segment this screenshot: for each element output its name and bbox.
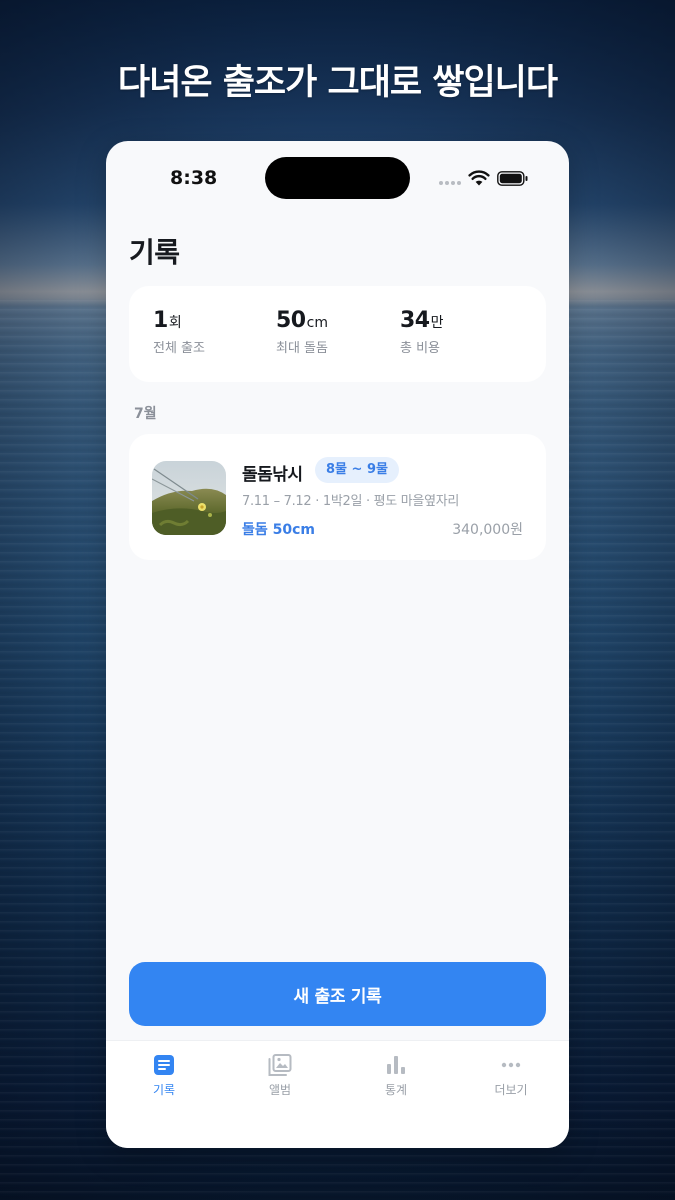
page-title: 기록 (129, 236, 180, 269)
stat-label: 최대 돌돔 (276, 341, 328, 356)
stat-value: 1 (153, 308, 168, 333)
tab-records[interactable]: 기록 (124, 1053, 204, 1098)
status-bar: 8:38 (106, 141, 569, 211)
stat-unit: cm (306, 315, 328, 331)
status-time: 8:38 (170, 167, 218, 189)
phone-screen: 8:38 기록 1회 전체 출조 50cm 최대 돌돔 34만 총 비용 7월 … (106, 141, 569, 1148)
tab-label: 통계 (384, 1083, 408, 1097)
cellular-signal-icon (439, 181, 461, 185)
stat-unit: 회 (168, 315, 182, 331)
tab-more[interactable]: 더보기 (471, 1053, 551, 1098)
tab-stats[interactable]: 통계 (356, 1053, 436, 1098)
stat-value: 50 (276, 308, 306, 333)
new-trip-button[interactable]: 새 출조 기록 (129, 962, 546, 1026)
trip-record-card[interactable]: 돌돔낚시 8물 ~ 9물 7.11 – 7.12 · 1박2일 · 평도 마을옆… (129, 434, 546, 560)
stat-value: 34 (400, 308, 430, 333)
tab-label: 앨범 (268, 1083, 292, 1097)
tab-label: 더보기 (494, 1083, 528, 1097)
promo-headline: 다녀온 출조가 그대로 쌓입니다 (117, 63, 558, 103)
battery-icon (497, 171, 528, 186)
stats-summary-card: 1회 전체 출조 50cm 최대 돌돔 34만 총 비용 (129, 286, 546, 382)
stat-label: 총 비용 (400, 341, 441, 356)
document-icon (154, 1055, 174, 1075)
tab-album[interactable]: 앨범 (240, 1053, 320, 1098)
trip-photo-thumbnail (152, 461, 226, 535)
trip-meta: 7.11 – 7.12 · 1박2일 · 평도 마을옆자리 (242, 494, 460, 509)
dynamic-island (265, 157, 410, 199)
trip-catch: 돌돔 50cm (242, 522, 316, 538)
stat-unit: 만 (430, 315, 444, 331)
stat-label: 전체 출조 (153, 341, 205, 356)
more-dots-icon (501, 1062, 521, 1068)
stat-total-cost: 34만 총 비용 (400, 308, 444, 356)
wifi-icon (468, 170, 490, 186)
bar-chart-icon (387, 1056, 405, 1074)
tab-bar: 기록 앨범 통계 더보기 (106, 1040, 569, 1148)
tide-badge: 8물 ~ 9물 (315, 457, 399, 483)
stat-max-catch: 50cm 최대 돌돔 (276, 308, 328, 356)
tab-label: 기록 (152, 1083, 176, 1097)
stat-total-trips: 1회 전체 출조 (153, 308, 205, 356)
month-section-header: 7월 (134, 406, 157, 422)
trip-title: 돌돔낚시 (242, 465, 303, 485)
photo-album-icon (268, 1054, 292, 1076)
trip-cost: 340,000원 (452, 522, 523, 538)
